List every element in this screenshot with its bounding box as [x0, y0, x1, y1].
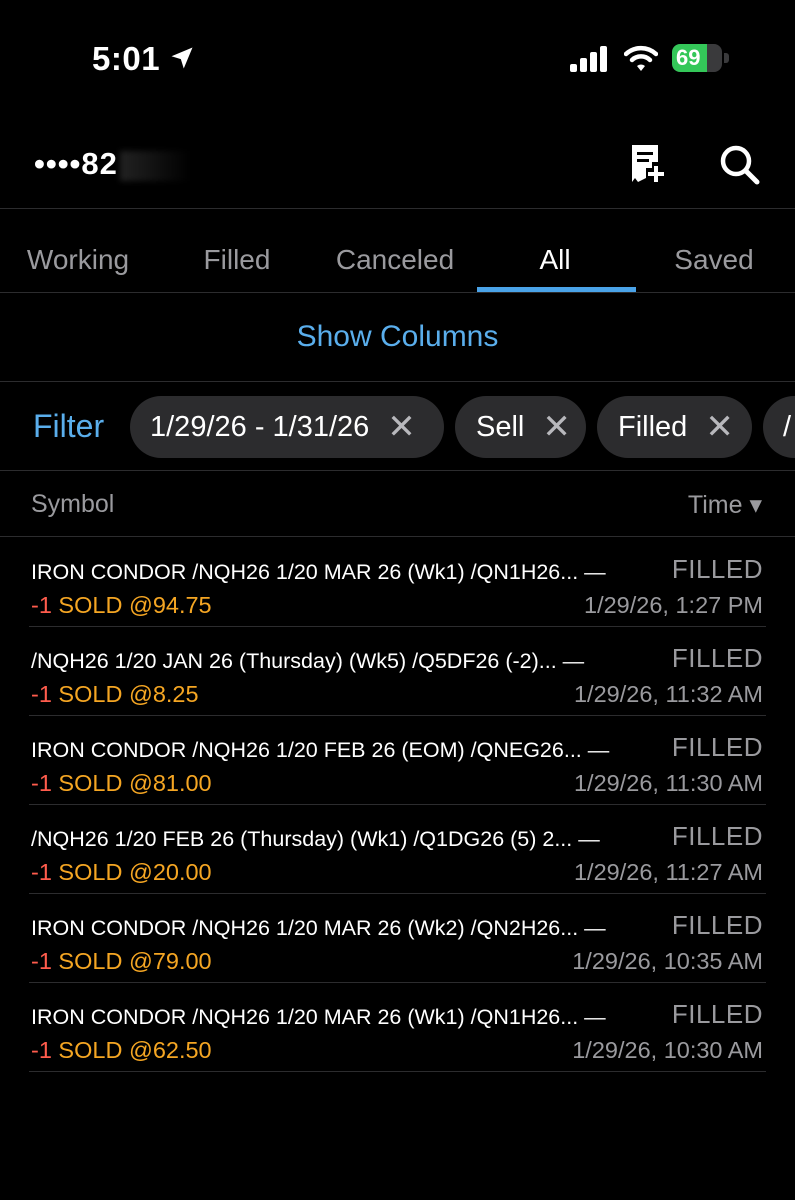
location-arrow-icon	[171, 47, 193, 69]
order-qty-value: -1	[31, 859, 52, 885]
status-time: 5:01	[92, 40, 161, 77]
order-time: 1/29/26, 1:27 PM	[584, 592, 763, 618]
tab-filled[interactable]: Filled	[157, 244, 317, 276]
tab-canceled[interactable]: Canceled	[315, 244, 475, 276]
order-description: IRON CONDOR /NQH26 1/20 MAR 26 (Wk1) /QN…	[31, 1005, 606, 1029]
chip-label: Filled	[618, 410, 688, 443]
filter-chip-status[interactable]: Filled ✕	[597, 396, 752, 458]
header-divider	[0, 208, 795, 209]
order-status: FILLED	[671, 999, 763, 1029]
tab-saved[interactable]: Saved	[634, 244, 794, 276]
order-status: FILLED	[671, 821, 763, 851]
order-time: 1/29/26, 10:35 AM	[572, 948, 763, 974]
wifi-icon	[624, 45, 658, 71]
column-header-symbol[interactable]: Symbol	[31, 490, 114, 519]
account-redaction	[119, 150, 190, 181]
order-add-icon[interactable]	[628, 142, 672, 186]
search-icon[interactable]	[718, 143, 762, 187]
filter-chip-more[interactable]: /	[763, 396, 795, 458]
order-qty-value: -1	[31, 948, 52, 974]
order-fill: SOLD @94.75	[51, 592, 212, 618]
tabs-divider	[0, 292, 795, 293]
chip-label: 1/29/26 - 1/31/26	[150, 410, 370, 443]
account-number-text: ••••82	[34, 146, 118, 181]
order-description: IRON CONDOR /NQH26 1/20 MAR 26 (Wk2) /QN…	[31, 916, 606, 940]
order-qty-value: -1	[31, 1037, 52, 1063]
order-qty-value: -1	[31, 592, 52, 618]
column-header-time[interactable]: Time ▾	[688, 490, 762, 520]
order-fill: SOLD @20.00	[51, 859, 212, 885]
order-time: 1/29/26, 11:30 AM	[573, 770, 763, 796]
close-icon[interactable]: ✕	[387, 407, 416, 447]
order-qty-value: -1	[31, 770, 52, 796]
order-description: /NQH26 1/20 FEB 26 (Thursday) (Wk1) /Q1D…	[31, 827, 600, 851]
order-time: 1/29/26, 11:32 AM	[573, 681, 763, 707]
order-row[interactable]: IRON CONDOR /NQH26 1/20 MAR 26 (Wk2) /QN…	[0, 894, 795, 983]
row-divider	[29, 1071, 766, 1072]
order-row[interactable]: IRON CONDOR /NQH26 1/20 FEB 26 (EOM) /QN…	[0, 716, 795, 805]
order-time: 1/29/26, 11:27 AM	[573, 859, 763, 885]
columns-divider	[0, 536, 795, 537]
order-description: IRON CONDOR /NQH26 1/20 MAR 26 (Wk1) /QN…	[31, 560, 606, 584]
order-status: FILLED	[671, 643, 763, 673]
order-row[interactable]: /NQH26 1/20 FEB 26 (Thursday) (Wk1) /Q1D…	[0, 805, 795, 894]
tab-all[interactable]: All	[475, 244, 635, 276]
order-status: FILLED	[671, 732, 763, 762]
order-description: /NQH26 1/20 JAN 26 (Thursday) (Wk5) /Q5D…	[31, 649, 585, 673]
order-quantity: -1 SOLD @8.25	[31, 681, 199, 708]
tab-working[interactable]: Working	[0, 244, 158, 276]
chip-label: /	[783, 410, 792, 443]
order-fill: SOLD @79.00	[51, 948, 212, 974]
order-quantity: -1 SOLD @62.50	[31, 1037, 212, 1064]
active-tab-indicator	[477, 287, 636, 292]
filter-divider	[0, 470, 795, 471]
order-fill: SOLD @81.00	[51, 770, 212, 796]
order-qty-value: -1	[31, 681, 52, 707]
order-quantity: -1 SOLD @81.00	[31, 770, 212, 797]
order-quantity: -1 SOLD @94.75	[31, 592, 212, 619]
order-row[interactable]: IRON CONDOR /NQH26 1/20 MAR 26 (Wk1) /QN…	[0, 538, 795, 627]
order-fill: SOLD @62.50	[51, 1037, 212, 1063]
filter-chip-date-range[interactable]: 1/29/26 - 1/31/26 ✕	[130, 396, 444, 458]
filter-chip-side[interactable]: Sell ✕	[455, 396, 586, 458]
account-number[interactable]: ••••82	[34, 146, 190, 182]
order-quantity: -1 SOLD @20.00	[31, 859, 212, 886]
order-status: FILLED	[671, 554, 763, 584]
order-quantity: -1 SOLD @79.00	[31, 948, 212, 975]
show-columns-divider	[0, 381, 795, 382]
order-status: FILLED	[671, 910, 763, 940]
order-description: IRON CONDOR /NQH26 1/20 FEB 26 (EOM) /QN…	[31, 738, 610, 762]
order-fill: SOLD @8.25	[51, 681, 199, 707]
show-columns-button[interactable]: Show Columns	[0, 320, 795, 354]
order-time: 1/29/26, 10:30 AM	[572, 1037, 763, 1063]
filter-button[interactable]: Filter	[33, 408, 104, 445]
order-row[interactable]: /NQH26 1/20 JAN 26 (Thursday) (Wk5) /Q5D…	[0, 627, 795, 716]
cellular-signal-icon	[570, 46, 607, 72]
battery-icon: 69	[672, 44, 730, 74]
chip-label: Sell	[476, 410, 525, 443]
order-row[interactable]: IRON CONDOR /NQH26 1/20 MAR 26 (Wk1) /QN…	[0, 983, 795, 1072]
battery-percent: 69	[676, 45, 701, 70]
close-icon[interactable]: ✕	[705, 407, 734, 447]
close-icon[interactable]: ✕	[542, 407, 571, 447]
